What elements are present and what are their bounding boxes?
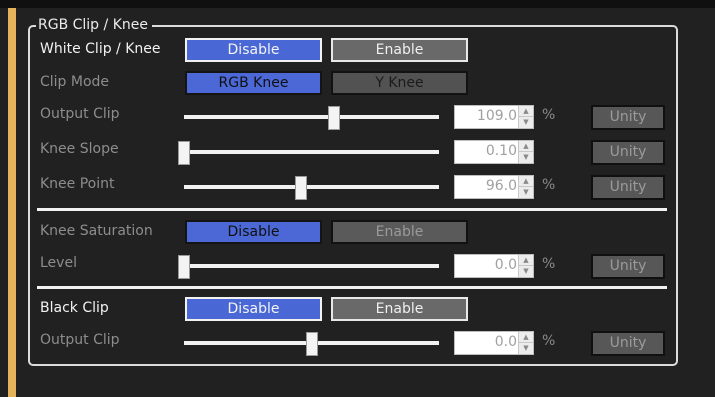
knee-saturation-label: Knee Saturation bbox=[40, 223, 153, 239]
output-clip-slider-track[interactable] bbox=[184, 115, 439, 119]
white-clip-enable-button[interactable]: Enable bbox=[331, 38, 468, 62]
spin-down-icon[interactable]: ▼ bbox=[519, 117, 533, 128]
output-clip-value[interactable]: 109.0 bbox=[477, 108, 517, 124]
level-slider-track[interactable] bbox=[184, 264, 439, 268]
knee-point-slider-thumb[interactable] bbox=[295, 176, 308, 200]
black-clip-label: Black Clip bbox=[40, 300, 109, 316]
knee-point-value[interactable]: 96.0 bbox=[486, 178, 517, 194]
level-spinbox[interactable]: 0.0 ▲ ▼ bbox=[454, 254, 534, 278]
spin-up-icon[interactable]: ▲ bbox=[519, 176, 533, 187]
knee-slope-slider-thumb[interactable] bbox=[178, 141, 190, 165]
knee-point-label: Knee Point bbox=[40, 176, 115, 192]
black-output-clip-spin-arrows[interactable]: ▲ ▼ bbox=[518, 332, 533, 354]
black-clip-disable-button[interactable]: Disable bbox=[185, 297, 322, 321]
black-output-clip-spinbox[interactable]: 0.0 ▲ ▼ bbox=[454, 331, 534, 355]
knee-point-unit: % bbox=[542, 177, 556, 193]
level-unit: % bbox=[542, 256, 556, 272]
black-output-clip-label: Output Clip bbox=[40, 332, 120, 348]
white-clip-disable-button[interactable]: Disable bbox=[185, 38, 322, 62]
group-legend: RGB Clip / Knee bbox=[36, 17, 152, 33]
level-slider-thumb[interactable] bbox=[178, 255, 190, 279]
output-clip-slider-thumb[interactable] bbox=[328, 106, 341, 130]
white-clip-label: White Clip / Knee bbox=[40, 41, 161, 57]
output-clip-spin-arrows[interactable]: ▲ ▼ bbox=[518, 106, 533, 128]
output-clip-label: Output Clip bbox=[40, 106, 120, 122]
output-clip-unit: % bbox=[542, 107, 556, 123]
white-clip-row: White Clip / Knee Disable Enable bbox=[40, 38, 670, 64]
knee-saturation-disable-button[interactable]: Disable bbox=[185, 220, 322, 244]
output-clip-row: Output Clip 109.0 ▲ ▼ % Unity bbox=[40, 103, 670, 130]
knee-slope-value[interactable]: 0.10 bbox=[486, 143, 517, 159]
spin-up-icon[interactable]: ▲ bbox=[519, 255, 533, 266]
spin-down-icon[interactable]: ▼ bbox=[519, 266, 533, 277]
clip-mode-row: Clip Mode RGB Knee Y Knee bbox=[40, 71, 670, 97]
black-output-clip-row: Output Clip 0.0 ▲ ▼ % Unity bbox=[40, 329, 670, 356]
clip-mode-label: Clip Mode bbox=[40, 74, 110, 90]
spin-down-icon[interactable]: ▼ bbox=[519, 343, 533, 354]
section-divider bbox=[37, 208, 667, 211]
knee-saturation-enable-button[interactable]: Enable bbox=[331, 220, 468, 244]
spin-up-icon[interactable]: ▲ bbox=[519, 332, 533, 343]
output-clip-unity-button[interactable]: Unity bbox=[591, 105, 665, 130]
accent-strip bbox=[8, 8, 16, 397]
knee-slope-row: Knee Slope 0.10 ▲ ▼ Unity bbox=[40, 138, 670, 165]
knee-slope-slider-track[interactable] bbox=[184, 150, 439, 154]
y-knee-button[interactable]: Y Knee bbox=[331, 71, 468, 95]
knee-slope-spinbox[interactable]: 0.10 ▲ ▼ bbox=[454, 140, 534, 164]
knee-point-slider-track[interactable] bbox=[184, 185, 439, 189]
black-clip-row: Black Clip Disable Enable bbox=[40, 297, 670, 323]
level-value[interactable]: 0.0 bbox=[495, 257, 517, 273]
knee-saturation-row: Knee Saturation Disable Enable bbox=[40, 220, 670, 246]
knee-point-spin-arrows[interactable]: ▲ ▼ bbox=[518, 176, 533, 198]
knee-point-unity-button[interactable]: Unity bbox=[591, 175, 665, 200]
level-row: Level 0.0 ▲ ▼ % Unity bbox=[40, 252, 670, 279]
spin-down-icon[interactable]: ▼ bbox=[519, 187, 533, 198]
black-output-clip-value[interactable]: 0.0 bbox=[495, 334, 517, 350]
black-output-clip-unity-button[interactable]: Unity bbox=[591, 331, 665, 356]
spin-up-icon[interactable]: ▲ bbox=[519, 106, 533, 117]
knee-point-row: Knee Point 96.0 ▲ ▼ % Unity bbox=[40, 173, 670, 200]
knee-slope-spin-arrows[interactable]: ▲ ▼ bbox=[518, 141, 533, 163]
level-unity-button[interactable]: Unity bbox=[591, 254, 665, 279]
section-divider bbox=[37, 286, 667, 289]
knee-slope-label: Knee Slope bbox=[40, 141, 119, 157]
spin-up-icon[interactable]: ▲ bbox=[519, 141, 533, 152]
black-output-clip-slider-thumb[interactable] bbox=[305, 332, 318, 356]
output-clip-spinbox[interactable]: 109.0 ▲ ▼ bbox=[454, 105, 534, 129]
top-bar bbox=[0, 0, 715, 8]
black-output-clip-unit: % bbox=[542, 333, 556, 349]
level-label: Level bbox=[40, 255, 77, 271]
knee-slope-unity-button[interactable]: Unity bbox=[591, 140, 665, 165]
rgb-knee-button[interactable]: RGB Knee bbox=[185, 71, 322, 95]
black-clip-enable-button[interactable]: Enable bbox=[331, 297, 468, 321]
level-spin-arrows[interactable]: ▲ ▼ bbox=[518, 255, 533, 277]
spin-down-icon[interactable]: ▼ bbox=[519, 152, 533, 163]
knee-point-spinbox[interactable]: 96.0 ▲ ▼ bbox=[454, 175, 534, 199]
